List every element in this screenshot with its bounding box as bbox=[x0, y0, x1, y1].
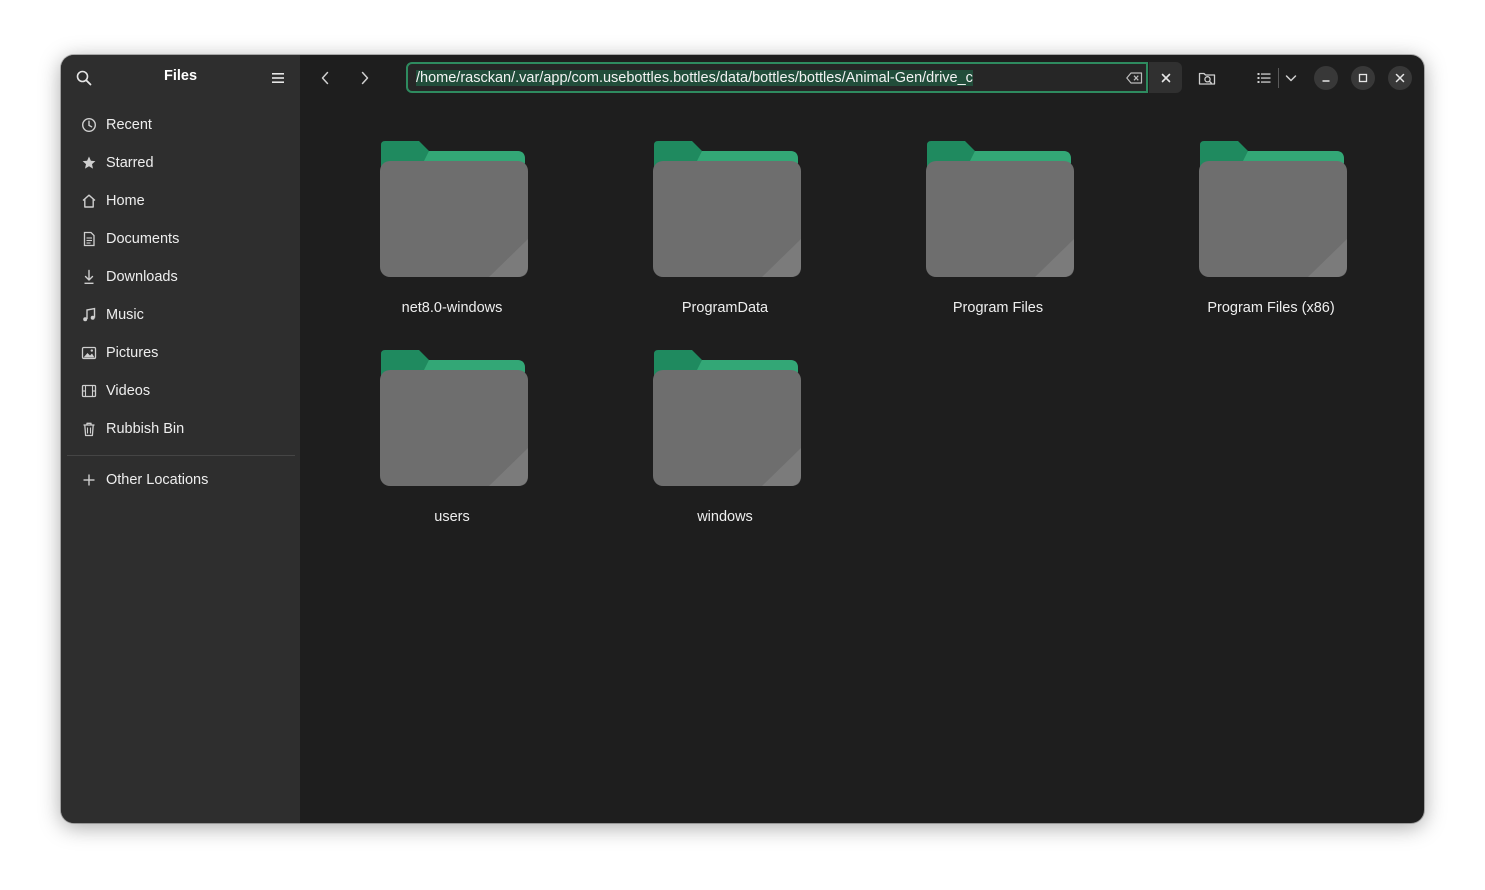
location-entry[interactable]: /home/rasckan/.var/app/com.usebottles.bo… bbox=[406, 62, 1148, 93]
sidebar-item-label: Other Locations bbox=[106, 472, 209, 488]
sidebar-item-downloads[interactable]: Downloads bbox=[67, 258, 295, 296]
view-divider bbox=[1278, 68, 1279, 88]
close-window-button[interactable] bbox=[1388, 66, 1412, 90]
search-in-folder-button[interactable] bbox=[1193, 64, 1221, 92]
maximize-button[interactable] bbox=[1351, 66, 1375, 90]
download-icon bbox=[81, 269, 97, 285]
sidebar-item-label: Downloads bbox=[106, 269, 178, 285]
folder-icon bbox=[380, 141, 528, 277]
sidebar-item-music[interactable]: Music bbox=[67, 296, 295, 334]
view-options bbox=[1250, 64, 1300, 92]
minimize-button[interactable] bbox=[1314, 66, 1338, 90]
chevron-right-icon bbox=[361, 71, 369, 85]
list-icon bbox=[1257, 73, 1271, 83]
sidebar-item-label: Recent bbox=[106, 117, 152, 133]
header-bar: /home/rasckan/.var/app/com.usebottles.bo… bbox=[300, 55, 1424, 101]
folder-search-icon bbox=[1198, 72, 1216, 85]
folder-icon bbox=[926, 141, 1074, 277]
clock-icon bbox=[81, 117, 97, 133]
chevron-down-icon bbox=[1285, 75, 1297, 82]
back-button[interactable] bbox=[311, 65, 339, 91]
plus-icon bbox=[81, 472, 97, 488]
minimize-icon bbox=[1322, 80, 1330, 82]
folder-name: Program Files (x86) bbox=[1207, 300, 1335, 316]
forward-button[interactable] bbox=[351, 65, 379, 91]
sidebar-item-other-locations[interactable]: Other Locations bbox=[67, 461, 295, 499]
close-icon bbox=[1161, 73, 1170, 82]
sidebar-item-label: Music bbox=[106, 307, 144, 323]
files-window: Files Recent Starred Home Documents Down… bbox=[61, 55, 1424, 823]
folder-name: users bbox=[434, 509, 470, 525]
folder-item[interactable]: windows bbox=[625, 310, 825, 525]
location-input[interactable]: /home/rasckan/.var/app/com.usebottles.bo… bbox=[416, 70, 973, 86]
sidebar-header: Files bbox=[61, 55, 300, 101]
sidebar-item-label: Home bbox=[106, 193, 145, 209]
sidebar-item-videos[interactable]: Videos bbox=[67, 372, 295, 410]
film-icon bbox=[81, 383, 97, 399]
home-icon bbox=[81, 193, 97, 209]
music-icon bbox=[81, 307, 97, 323]
star-icon bbox=[81, 155, 97, 171]
sidebar-item-rubbish-bin[interactable]: Rubbish Bin bbox=[67, 410, 295, 448]
sidebar-other: Other Locations bbox=[67, 461, 295, 499]
folder-icon bbox=[1199, 141, 1347, 277]
sidebar-item-label: Videos bbox=[106, 383, 151, 399]
folder-item[interactable]: net8.0-windows bbox=[352, 101, 552, 316]
sidebar-item-starred[interactable]: Starred bbox=[67, 144, 295, 182]
picture-icon bbox=[81, 345, 97, 361]
file-grid: net8.0-windows ProgramData Program Files bbox=[300, 101, 1424, 823]
document-icon bbox=[81, 231, 97, 247]
cancel-location-button[interactable] bbox=[1149, 62, 1182, 93]
main-menu-button[interactable] bbox=[267, 67, 289, 89]
folder-item[interactable]: users bbox=[352, 310, 552, 525]
folder-icon bbox=[653, 141, 801, 277]
folder-item[interactable]: ProgramData bbox=[625, 101, 825, 316]
sidebar-divider bbox=[67, 455, 295, 456]
hamburger-icon bbox=[272, 73, 284, 83]
trash-icon bbox=[81, 421, 97, 437]
folder-item[interactable]: Program Files (x86) bbox=[1171, 101, 1371, 316]
backspace-icon bbox=[1125, 72, 1142, 84]
close-icon bbox=[1395, 73, 1405, 83]
chevron-left-icon bbox=[321, 71, 329, 85]
maximize-icon bbox=[1358, 73, 1368, 83]
sidebar-item-home[interactable]: Home bbox=[67, 182, 295, 220]
sidebar-title: Files bbox=[163, 68, 198, 84]
sidebar-item-label: Pictures bbox=[106, 345, 159, 361]
sidebar-item-label: Documents bbox=[106, 231, 180, 247]
folder-icon bbox=[653, 350, 801, 486]
sidebar-item-pictures[interactable]: Pictures bbox=[67, 334, 295, 372]
sidebar-item-recent[interactable]: Recent bbox=[67, 106, 295, 144]
sidebar: Files Recent Starred Home Documents Down… bbox=[61, 55, 300, 823]
sidebar-item-documents[interactable]: Documents bbox=[67, 220, 295, 258]
folder-icon bbox=[380, 350, 528, 486]
list-view-button[interactable] bbox=[1250, 64, 1278, 92]
clear-location-button[interactable] bbox=[1124, 69, 1144, 87]
folder-name: windows bbox=[697, 509, 753, 525]
folder-name: Program Files bbox=[952, 300, 1044, 316]
sidebar-item-label: Starred bbox=[106, 155, 154, 171]
view-dropdown-button[interactable] bbox=[1280, 64, 1302, 92]
folder-item[interactable]: Program Files bbox=[898, 101, 1098, 316]
sidebar-places: Recent Starred Home Documents Downloads … bbox=[67, 106, 295, 448]
sidebar-item-label: Rubbish Bin bbox=[106, 421, 185, 437]
